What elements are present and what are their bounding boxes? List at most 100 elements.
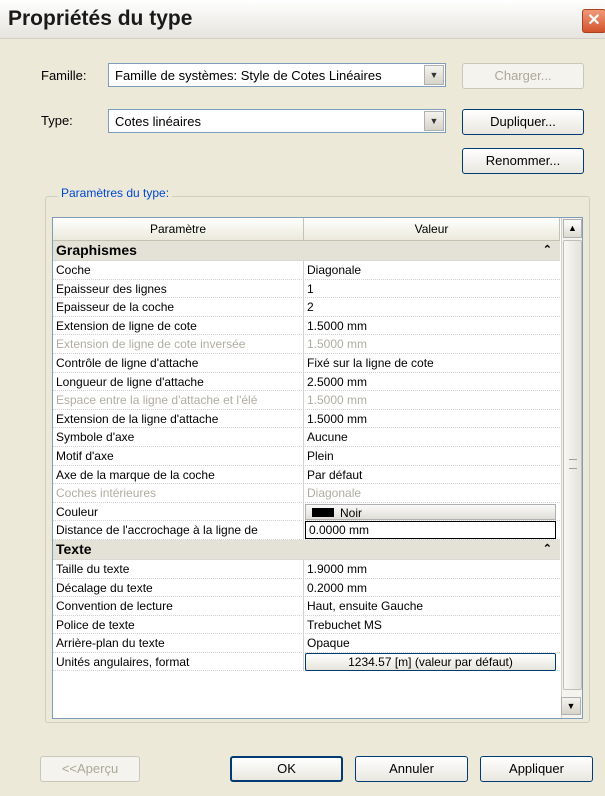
table-row[interactable]: Longueur de ligne d'attache 2.5000 mm: [53, 372, 560, 392]
param-name: Décalage du texte: [56, 580, 153, 595]
param-value: 0.2000 mm: [307, 580, 368, 595]
chevron-down-icon[interactable]: ▼: [424, 65, 444, 85]
table-row[interactable]: Motif d'axe Plein: [53, 446, 560, 466]
param-name: Extension de ligne de cote: [56, 318, 197, 333]
param-name: Distance de l'accrochage à la ligne de: [56, 523, 258, 538]
table-row: Coches intérieures Diagonale: [53, 484, 560, 503]
group-row-text[interactable]: Texte ⌃: [53, 539, 560, 560]
type-value: Cotes linéaires: [115, 114, 201, 129]
param-name: Unités angulaires, format: [56, 654, 190, 669]
apply-button[interactable]: Appliquer: [480, 756, 593, 782]
table-row[interactable]: Symbole d'axe Aucune: [53, 428, 560, 447]
table-row[interactable]: Epaisseur des lignes 1: [53, 279, 560, 299]
param-value: 1: [307, 281, 314, 296]
load-button[interactable]: Charger...: [462, 63, 584, 89]
snap-distance-input[interactable]: 0.0000 mm: [305, 521, 556, 540]
param-name: Longueur de ligne d'attache: [56, 374, 204, 389]
table-row[interactable]: Axe de la marque de la coche Par défaut: [53, 465, 560, 485]
param-value: 1.5000 mm: [307, 337, 368, 352]
table-row: Extension de ligne de cote inversée 1.500…: [53, 335, 560, 354]
cancel-button[interactable]: Annuler: [355, 756, 468, 782]
table-row: Espace entre la ligne d'attache et l'élé…: [53, 391, 560, 410]
parameters-grid: Paramètre Valeur Graphismes ⌃ Coche Diago…: [52, 217, 583, 719]
group-row-graphics[interactable]: Graphismes ⌃: [53, 241, 560, 261]
preview-button[interactable]: <<Aperçu: [40, 756, 140, 782]
param-name: Coches intérieures: [56, 486, 157, 501]
param-value: 2: [307, 300, 314, 315]
param-name: Contrôle de ligne d'attache: [56, 355, 199, 370]
table-row[interactable]: Couleur Noir: [53, 502, 560, 522]
param-value: Aucune: [307, 430, 348, 445]
header-value[interactable]: Valeur: [304, 218, 560, 240]
chevron-down-icon[interactable]: ▼: [424, 111, 444, 131]
param-value: Diagonale: [307, 486, 362, 501]
window-title: Propriétés du type: [8, 7, 193, 30]
ok-button[interactable]: OK: [230, 756, 343, 782]
family-label: Famille:: [41, 68, 87, 83]
collapse-icon[interactable]: ⌃: [543, 243, 552, 256]
scroll-up-icon[interactable]: ▲: [563, 219, 582, 238]
param-name: Extension de ligne de cote inversée: [56, 337, 246, 352]
param-value: 1.5000 mm: [307, 393, 368, 408]
param-name: Espace entre la ligne d'attache et l'élé: [56, 393, 258, 408]
type-label: Type:: [41, 113, 73, 128]
param-value: Diagonale: [307, 263, 362, 277]
type-properties-dialog: Propriétés du type ✕ Famille: Famille de…: [0, 0, 605, 796]
param-name: Couleur: [56, 504, 99, 519]
param-name: Arrière-plan du texte: [56, 636, 165, 651]
param-value: Plein: [307, 448, 334, 463]
color-swatch: [312, 507, 334, 517]
rename-button[interactable]: Renommer...: [462, 148, 584, 174]
family-value: Famille de systèmes: Style de Cotes Liné…: [115, 68, 382, 83]
param-name: Motif d'axe: [56, 448, 114, 463]
param-name: Axe de la marque de la coche: [56, 467, 215, 482]
table-row[interactable]: Police de texte Trebuchet MS: [53, 615, 560, 635]
param-value: 1.9000 mm: [307, 561, 368, 576]
collapse-icon[interactable]: ⌃: [543, 542, 552, 555]
type-parameters-title: Paramètres du type:: [58, 186, 173, 200]
table-row[interactable]: Distance de l'accrochage à la ligne de 0…: [53, 521, 560, 540]
close-button[interactable]: ✕: [582, 9, 605, 33]
table-row[interactable]: Convention de lecture Haut, ensuite Gauch…: [53, 597, 560, 616]
param-value: 0.0000 mm: [309, 523, 370, 538]
table-row[interactable]: Extension de ligne de cote 1.5000 mm: [53, 316, 560, 336]
param-name: Epaisseur des lignes: [56, 281, 167, 296]
color-value: Noir: [340, 505, 363, 520]
color-picker-button[interactable]: Noir: [305, 503, 556, 520]
family-select[interactable]: Famille de systèmes: Style de Cotes Liné…: [108, 63, 446, 87]
table-row[interactable]: Taille du texte 1.9000 mm: [53, 559, 560, 579]
param-name: Epaisseur de la coche: [56, 300, 175, 315]
grip-icon: [569, 459, 577, 469]
close-icon: ✕: [587, 12, 601, 29]
param-name: Convention de lecture: [56, 599, 173, 614]
param-value: 1.5000 mm: [307, 411, 368, 426]
scroll-down-icon[interactable]: ▼: [561, 697, 581, 715]
param-name: Taille du texte: [56, 561, 130, 576]
param-value: 1.5000 mm: [307, 318, 368, 333]
table-row[interactable]: Décalage du texte 0.2000 mm: [53, 578, 560, 598]
group-label: Texte: [56, 540, 92, 557]
table-row[interactable]: Epaisseur de la coche 2: [53, 298, 560, 317]
param-value: Haut, ensuite Gauche: [307, 599, 424, 614]
angular-units-format-button[interactable]: 1234.57 [m] (valeur par défaut): [305, 652, 556, 671]
param-name: Symbole d'axe: [56, 430, 135, 445]
table-row[interactable]: Contrôle de ligne d'attache Fixé sur la l…: [53, 353, 560, 373]
table-row[interactable]: Unités angulaires, format 1234.57 [m] (v…: [53, 652, 560, 672]
param-value: Opaque: [307, 636, 350, 651]
param-value: Fixé sur la ligne de cote: [307, 355, 434, 370]
header-parameter[interactable]: Paramètre: [53, 218, 304, 240]
vertical-scrollbar[interactable]: ▲: [561, 218, 582, 718]
table-row[interactable]: Coche Diagonale: [53, 261, 560, 280]
param-value: 2.5000 mm: [307, 374, 368, 389]
duplicate-button[interactable]: Dupliquer...: [462, 109, 584, 135]
param-name: Coche: [56, 263, 91, 277]
param-value: Par défaut: [307, 467, 363, 482]
param-name: Extension de la ligne d'attache: [56, 411, 219, 426]
grid-rows: Graphismes ⌃ Coche Diagonale Epaisseur de…: [53, 241, 560, 672]
type-select[interactable]: Cotes linéaires ▼: [108, 109, 446, 133]
table-row[interactable]: Extension de la ligne d'attache 1.5000 mm: [53, 409, 560, 429]
grid-header: Paramètre Valeur: [53, 218, 560, 241]
table-row[interactable]: Arrière-plan du texte Opaque: [53, 634, 560, 653]
scroll-thumb[interactable]: [563, 240, 582, 690]
title-bar: Propriétés du type ✕: [0, 0, 605, 39]
